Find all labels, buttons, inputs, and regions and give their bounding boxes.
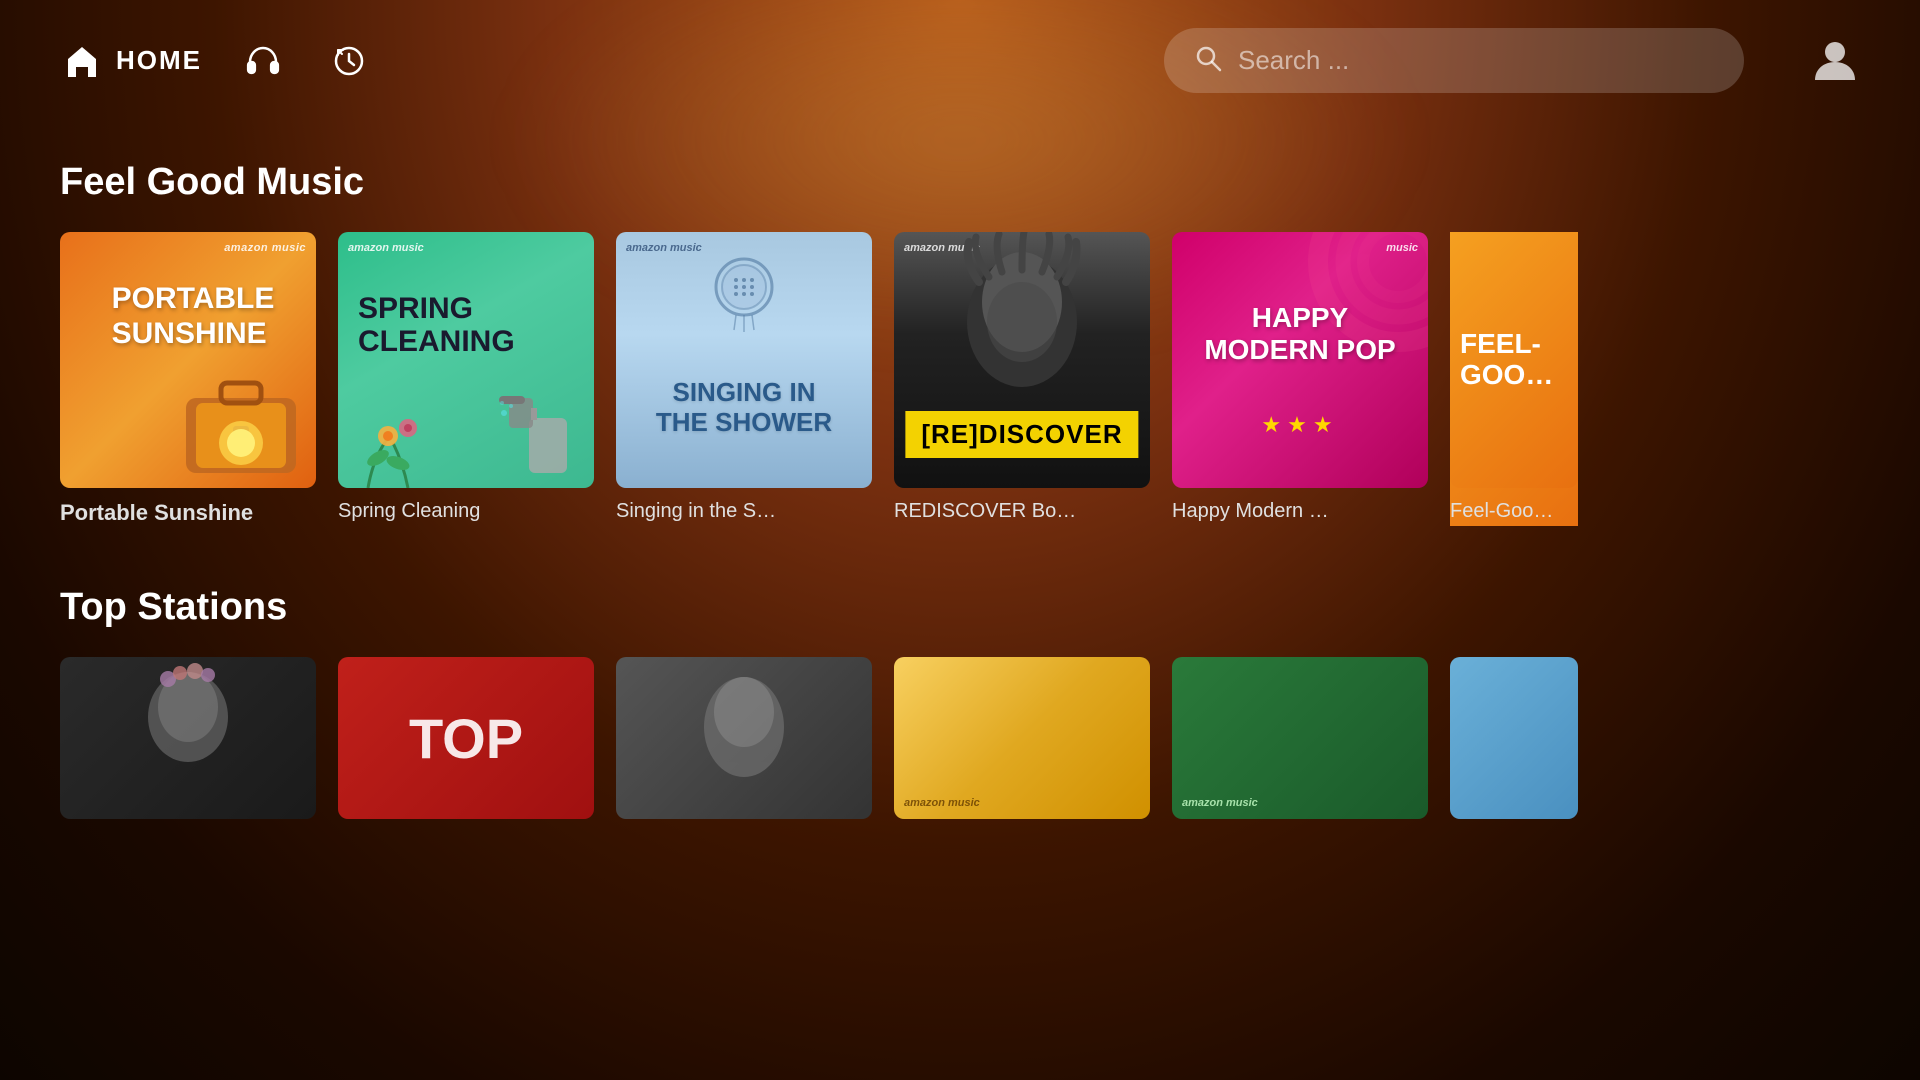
- shower-title: SINGING INTHE SHOWER: [616, 378, 872, 438]
- navbar: HOME: [0, 0, 1920, 121]
- search-bar[interactable]: [1164, 28, 1744, 93]
- card-label-fg: Feel-Goo…: [1450, 500, 1578, 523]
- feel-good-cards-row: amazon music PORTABLESUNSHINE: [60, 232, 1860, 526]
- feel-good-title: Feel Good Music: [60, 161, 1860, 204]
- search-icon: [1192, 42, 1224, 79]
- flowers-icon: [338, 398, 458, 488]
- rediscover-badge: [RE]DISCOVER: [905, 411, 1138, 458]
- home-nav[interactable]: HOME: [60, 39, 202, 83]
- stations-row: ToP amazon music amazon music: [60, 657, 1860, 819]
- shower-head-icon: [694, 252, 794, 342]
- card-label-sc: Spring Cleaning: [338, 500, 594, 523]
- hmp-stars: ★★★: [1261, 412, 1338, 438]
- card-label-shower: Singing in the S…: [616, 500, 872, 523]
- station-card-1[interactable]: [60, 657, 316, 819]
- headphones-icon: [244, 42, 282, 80]
- ps-suitcase-icon: [176, 368, 306, 478]
- station-card-5[interactable]: amazon music: [1172, 657, 1428, 819]
- card-happy-modern-pop[interactable]: music HAPPYMODERN POP ★★★ Happy Modern …: [1172, 232, 1428, 526]
- card-shower[interactable]: amazon music: [616, 232, 872, 526]
- station-card-4[interactable]: amazon music: [894, 657, 1150, 819]
- card-portable-sunshine[interactable]: amazon music PORTABLESUNSHINE: [60, 232, 316, 526]
- ps-title: PORTABLESUNSHINE: [112, 282, 275, 351]
- station-3-icon: [616, 657, 872, 819]
- amz-badge-hmp: music: [1386, 242, 1418, 254]
- home-icon: [60, 39, 104, 83]
- card-rediscover[interactable]: amazon music: [894, 232, 1150, 526]
- card-label-ps: Portable Sunshine: [60, 500, 316, 526]
- top-stations-title: Top Stations: [60, 586, 1860, 629]
- history-icon: [330, 42, 368, 80]
- profile-icon: [1810, 34, 1860, 84]
- card-label-hmp: Happy Modern …: [1172, 500, 1428, 523]
- amz-badge-s5: amazon music: [1182, 797, 1258, 809]
- search-input[interactable]: [1238, 45, 1716, 76]
- card-label-rediscover: REDISCOVER Bo…: [894, 500, 1150, 523]
- amz-badge-shower: amazon music: [626, 242, 702, 254]
- fg-title: FEEL-GOO…: [1460, 329, 1553, 391]
- profile-button[interactable]: [1810, 34, 1860, 87]
- top-label: ToP: [409, 706, 523, 771]
- sc-title: SPRINGCLEANING: [358, 292, 515, 358]
- station-card-2[interactable]: ToP: [338, 657, 594, 819]
- station-card-3[interactable]: [616, 657, 872, 819]
- amz-badge-s4: amazon music: [904, 797, 980, 809]
- amz-badge-sc: amazon music: [348, 242, 424, 254]
- headphones-button[interactable]: [238, 36, 288, 86]
- spray-bottle-icon: [499, 378, 579, 478]
- feel-good-section: Feel Good Music amazon music PORTABLESUN…: [0, 161, 1920, 526]
- top-stations-section: Top Stations ToP: [0, 586, 1920, 819]
- home-label: HOME: [116, 45, 202, 76]
- amz-badge-ps: amazon music: [224, 242, 306, 254]
- card-feel-good[interactable]: FEEL-GOO… Feel-Goo…: [1450, 232, 1578, 526]
- card-spring-cleaning[interactable]: amazon music SPRINGCLEANING: [338, 232, 594, 526]
- hmp-title: HAPPYMODERN POP: [1200, 302, 1400, 366]
- station-card-6[interactable]: [1450, 657, 1578, 819]
- station-1-icon: [60, 657, 316, 819]
- history-button[interactable]: [324, 36, 374, 86]
